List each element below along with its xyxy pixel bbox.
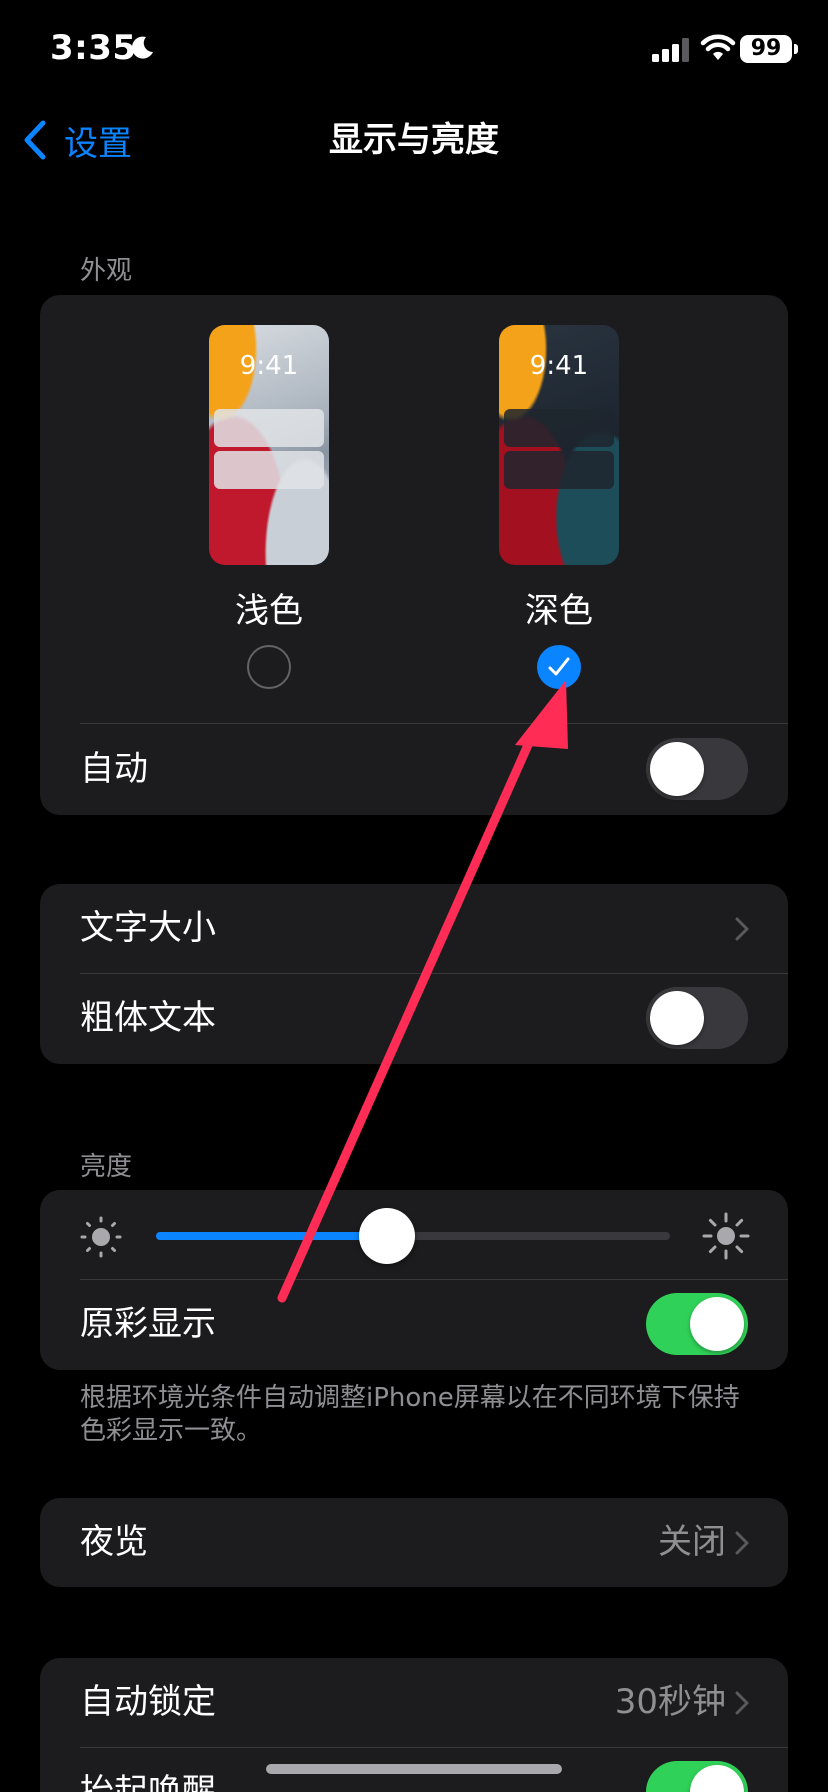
preview-notification (214, 451, 324, 489)
bold-text-toggle[interactable] (646, 987, 748, 1049)
chevron-right-icon (735, 917, 749, 941)
brightness-header: 亮度 (80, 1152, 133, 1182)
auto-lock-label: 自动锁定 (80, 1682, 216, 1722)
auto-appearance-toggle[interactable] (646, 738, 748, 800)
auto-lock-row[interactable]: 自动锁定 30秒钟 (40, 1658, 788, 1746)
preview-time: 9:41 (529, 351, 589, 381)
bold-text-row: 粗体文本 (40, 974, 788, 1062)
true-tone-footnote: 根据环境光条件自动调整iPhone屏幕以在不同环境下保持色彩显示一致。 (80, 1383, 740, 1446)
preview-time: 9:41 (239, 351, 299, 381)
text-group: 文字大小 粗体文本 (40, 884, 788, 1064)
dark-mode-label: 深色 (525, 591, 593, 631)
brightness-slider-row (40, 1190, 788, 1278)
night-shift-value: 关闭 (658, 1522, 726, 1562)
appearance-group: 9:41 浅色 9:41 深色 自动 (40, 295, 788, 815)
brightness-slider-thumb[interactable] (359, 1208, 416, 1264)
true-tone-row: 原彩显示 (40, 1280, 788, 1368)
back-button[interactable]: 设置 (22, 118, 132, 164)
battery-icon: 99 (740, 35, 798, 63)
true-tone-label: 原彩显示 (80, 1304, 216, 1344)
toggle-knob (650, 991, 704, 1045)
raise-to-wake-label: 抬起唤醒 (80, 1772, 216, 1792)
light-mode-radio[interactable] (247, 645, 291, 689)
home-indicator (266, 1764, 562, 1774)
checkmark-icon (548, 657, 570, 676)
night-shift-group: 夜览 关闭 (40, 1498, 788, 1587)
chevron-right-icon (735, 1531, 749, 1555)
auto-appearance-label: 自动 (80, 749, 148, 789)
dark-mode-preview: 9:41 (499, 325, 619, 565)
sun-large-icon (702, 1212, 750, 1260)
text-size-row[interactable]: 文字大小 (40, 884, 788, 972)
separator (80, 723, 788, 724)
toggle-knob (690, 1297, 744, 1351)
sun-small-icon (80, 1216, 122, 1258)
wifi-icon (700, 34, 736, 60)
preview-notification (504, 451, 614, 489)
toggle-knob (650, 742, 704, 796)
status-bar: 3:35 99 (0, 0, 828, 100)
preview-notification (214, 409, 324, 447)
brightness-slider[interactable] (156, 1208, 670, 1264)
light-mode-label: 浅色 (235, 591, 303, 631)
toggle-knob (690, 1765, 744, 1792)
status-time: 3:35 (50, 28, 137, 68)
chevron-left-icon (24, 120, 46, 160)
text-size-label: 文字大小 (80, 908, 216, 948)
bold-text-label: 粗体文本 (80, 998, 216, 1038)
raise-to-wake-toggle[interactable] (646, 1761, 748, 1792)
night-shift-label: 夜览 (80, 1522, 148, 1562)
chevron-right-icon (735, 1691, 749, 1715)
auto-lock-value: 30秒钟 (614, 1682, 726, 1722)
appearance-header: 外观 (80, 256, 133, 286)
preview-notification (504, 409, 614, 447)
light-mode-preview: 9:41 (209, 325, 329, 565)
brightness-slider-fill (156, 1232, 388, 1240)
dark-mode-radio[interactable] (537, 645, 581, 689)
moon-icon (131, 36, 153, 59)
brightness-group: 原彩显示 (40, 1190, 788, 1370)
back-button-label: 设置 (64, 123, 132, 164)
cellular-signal-icon (652, 38, 689, 62)
night-shift-row[interactable]: 夜览 关闭 (40, 1498, 788, 1586)
true-tone-toggle[interactable] (646, 1293, 748, 1355)
auto-appearance-row: 自动 (40, 725, 788, 813)
